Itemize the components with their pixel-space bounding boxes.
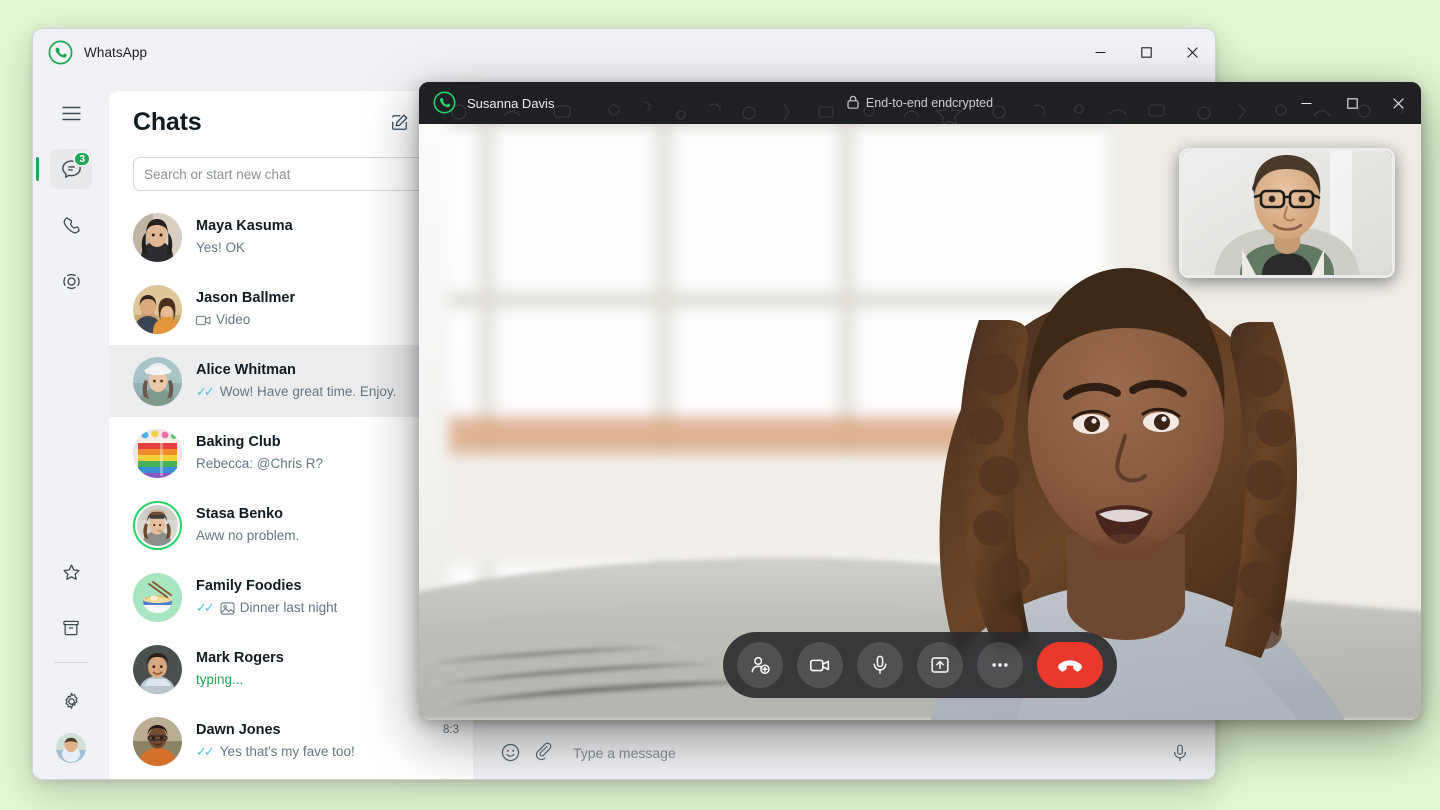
chat-preview-text: Rebecca: @Chris R? [196, 456, 323, 471]
profile-avatar[interactable] [56, 733, 86, 763]
encryption-label: End-to-end endcrypted [865, 96, 994, 110]
call-minimize-button[interactable] [1283, 82, 1329, 124]
chat-preview-text: Dinner last night [239, 600, 338, 615]
chat-preview-text: Yes! OK [196, 240, 246, 255]
call-maximize-button[interactable] [1329, 82, 1375, 124]
message-input[interactable] [573, 744, 1151, 761]
compose-new-chat-icon[interactable] [381, 104, 417, 140]
avatar [133, 500, 182, 550]
chat-name: Jason Ballmer [196, 290, 296, 306]
avatar [133, 212, 182, 262]
video-icon [196, 313, 211, 328]
whatsapp-logo-icon [433, 91, 457, 115]
chat-preview: ✓✓ Wow! Have great time. Enjoy. [196, 382, 427, 402]
chat-preview: ✓✓ Yes that's my fave too! [196, 742, 433, 762]
maximize-button[interactable] [1123, 29, 1169, 75]
chat-preview-text: Aww no problem. [196, 528, 300, 543]
window-controls [1077, 29, 1215, 75]
toggle-mute-button[interactable] [857, 642, 903, 688]
read-receipt-icon: ✓✓ [196, 384, 215, 399]
avatar [133, 572, 182, 622]
chat-name: Dawn Jones [196, 722, 281, 738]
sidebar-item-settings[interactable] [50, 681, 92, 721]
chat-preview-text: Wow! Have great time. Enjoy. [219, 384, 397, 399]
page-title: Chats [133, 107, 202, 136]
sidebar-item-archived[interactable] [50, 608, 92, 648]
call-window-controls [1283, 82, 1421, 124]
self-view-pip[interactable] [1179, 148, 1395, 278]
doodle-pattern [451, 101, 1404, 124]
call-contact-name: Susanna Davis [467, 95, 555, 111]
app-title: WhatsApp [84, 44, 148, 60]
whatsapp-logo-icon [47, 39, 73, 65]
chat-name: Stasa Benko [196, 506, 284, 522]
avatar [133, 644, 182, 694]
call-close-button[interactable] [1375, 82, 1421, 124]
search-input[interactable] [144, 166, 427, 182]
share-screen-button[interactable] [917, 642, 963, 688]
chat-preview-text: Yes that's my fave too! [219, 744, 355, 759]
chat-preview: typing... [196, 670, 427, 690]
chat-preview-text: typing... [196, 672, 244, 687]
window-titlebar[interactable]: WhatsApp [33, 29, 1215, 75]
hamburger-menu-icon[interactable] [50, 93, 92, 133]
encryption-indicator: End-to-end endcrypted [419, 95, 1421, 112]
sidebar-item-calls[interactable] [50, 205, 92, 245]
read-receipt-icon: ✓✓ [196, 600, 215, 615]
sidebar-item-status[interactable] [50, 261, 92, 301]
chat-preview: Aww no problem. [196, 526, 426, 546]
call-controls-bar [723, 632, 1117, 698]
chat-name: Alice Whitman [196, 362, 296, 378]
chat-preview: Rebecca: @Chris R? [196, 454, 412, 474]
avatar [133, 716, 182, 766]
search-box[interactable] [133, 157, 459, 191]
read-receipt-icon: ✓✓ [196, 744, 215, 759]
call-titlebar[interactable]: Susanna Davis End-to-end endcrypted [419, 82, 1421, 124]
close-button[interactable] [1169, 29, 1215, 75]
minimize-button[interactable] [1077, 29, 1123, 75]
microphone-icon[interactable] [1163, 736, 1197, 770]
chat-name: Mark Rogers [196, 650, 284, 666]
chat-preview: Yes! OK [196, 238, 427, 258]
avatar [133, 356, 182, 406]
message-composer [473, 723, 1215, 779]
more-options-button[interactable] [977, 642, 1023, 688]
call-video-stage [419, 124, 1421, 720]
chat-preview: ✓✓ Dinner last night [196, 598, 427, 618]
video-call-window: Susanna Davis End-to-end endcrypted [419, 82, 1421, 720]
chat-preview-text: Video [216, 312, 251, 327]
sidebar-item-starred[interactable] [50, 552, 92, 592]
chat-timestamp: 8:3 [443, 723, 459, 736]
desktop-backdrop: WhatsApp 3 Chats Search or start new cha… [0, 0, 1440, 810]
add-participant-button[interactable] [737, 642, 783, 688]
lock-icon [847, 95, 859, 112]
paperclip-attach-icon[interactable] [527, 736, 561, 770]
sidebar-item-chats[interactable]: 3 [36, 149, 92, 189]
emoji-smiley-icon[interactable] [493, 736, 527, 770]
chat-list-item[interactable]: Ziggy Woodley9:13 [109, 777, 473, 779]
chat-name: Maya Kasuma [196, 218, 293, 234]
avatar [133, 428, 182, 478]
rail-divider [54, 662, 88, 663]
image-icon [220, 601, 235, 616]
chat-preview: Video [196, 310, 426, 330]
chats-unread-badge: 3 [73, 151, 91, 167]
chat-meta: 8:3 [443, 717, 459, 766]
left-nav-rail: 3 [33, 75, 109, 779]
end-call-button[interactable] [1037, 642, 1103, 688]
avatar [133, 284, 182, 334]
toggle-video-button[interactable] [797, 642, 843, 688]
chat-name: Family Foodies [196, 578, 302, 594]
chat-name: Baking Club [196, 434, 281, 450]
